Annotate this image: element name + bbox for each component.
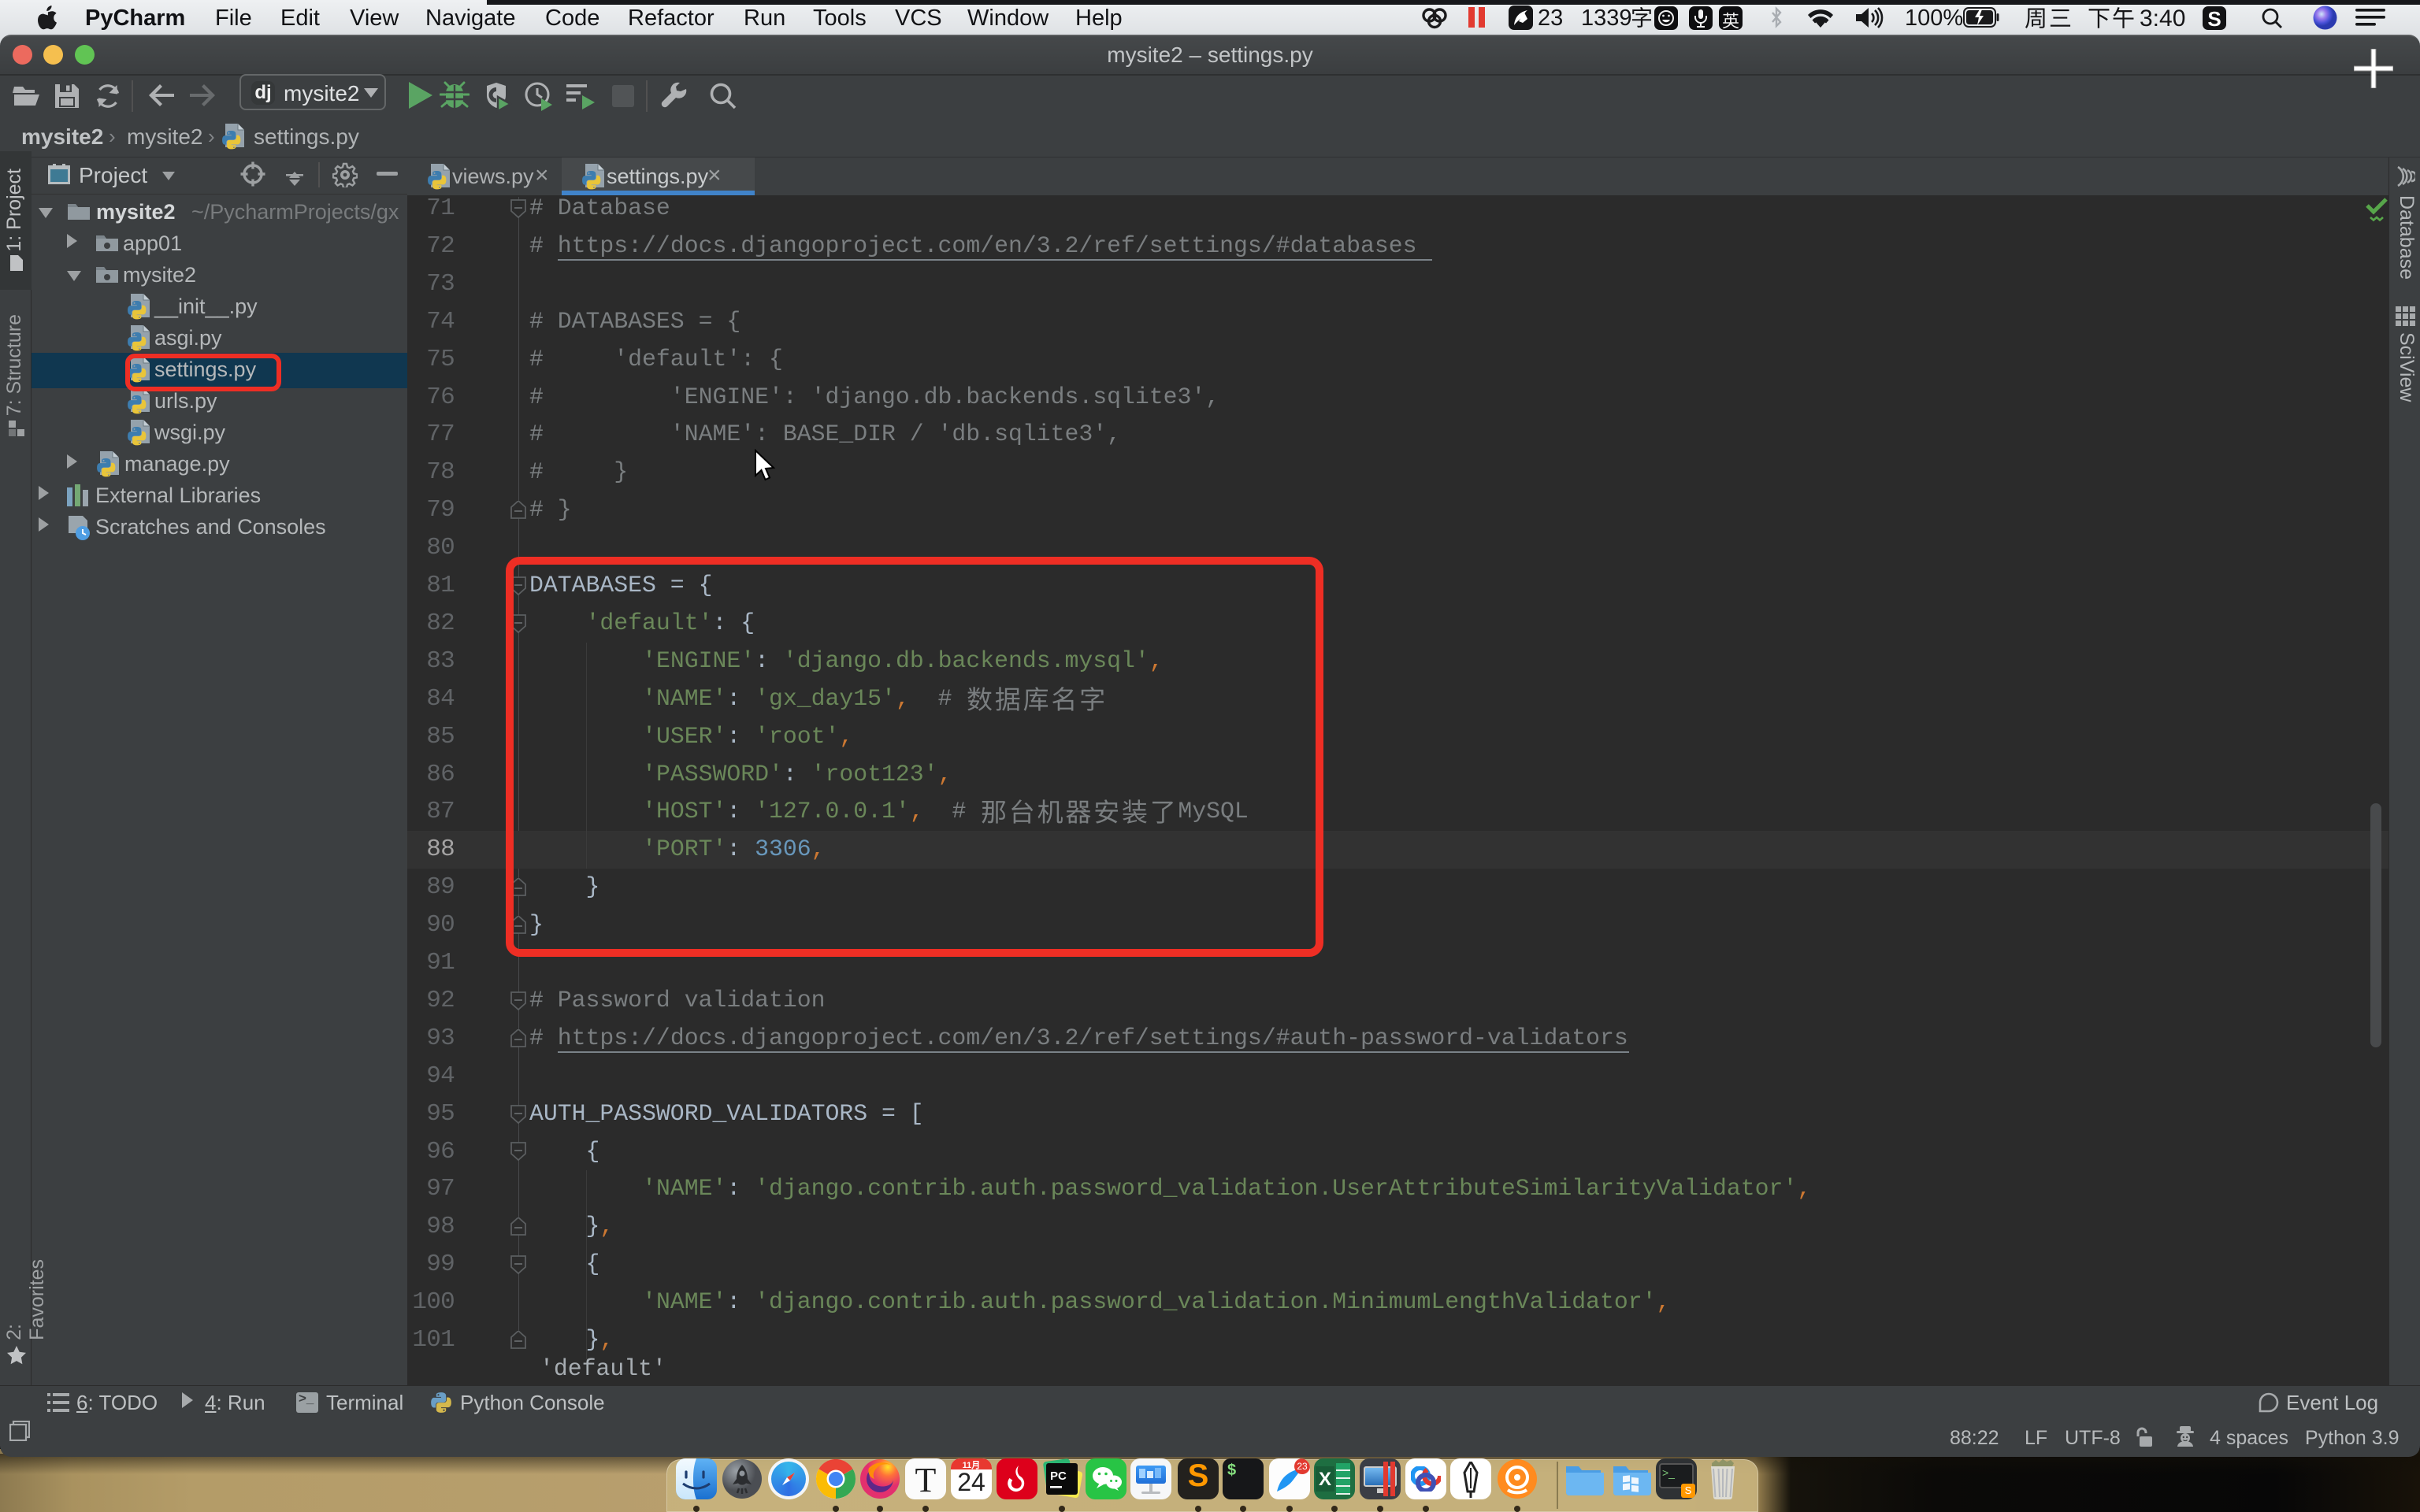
svg-text:PC: PC xyxy=(1050,1469,1067,1483)
